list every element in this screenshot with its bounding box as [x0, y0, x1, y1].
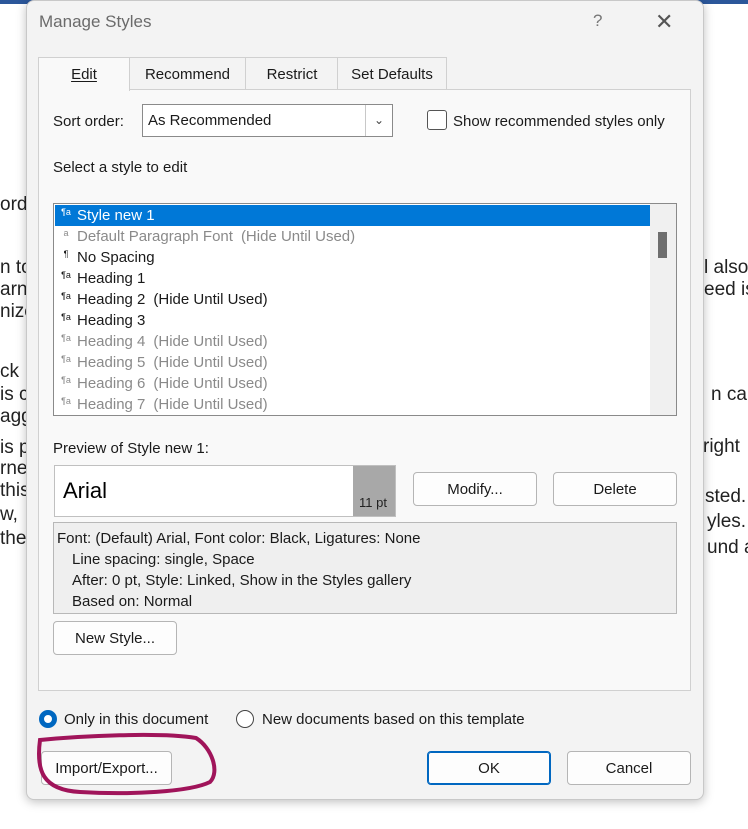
annotation-stroke — [36, 732, 217, 796]
tab-edit[interactable]: Edit — [38, 57, 130, 91]
annotation-circle — [36, 732, 217, 796]
